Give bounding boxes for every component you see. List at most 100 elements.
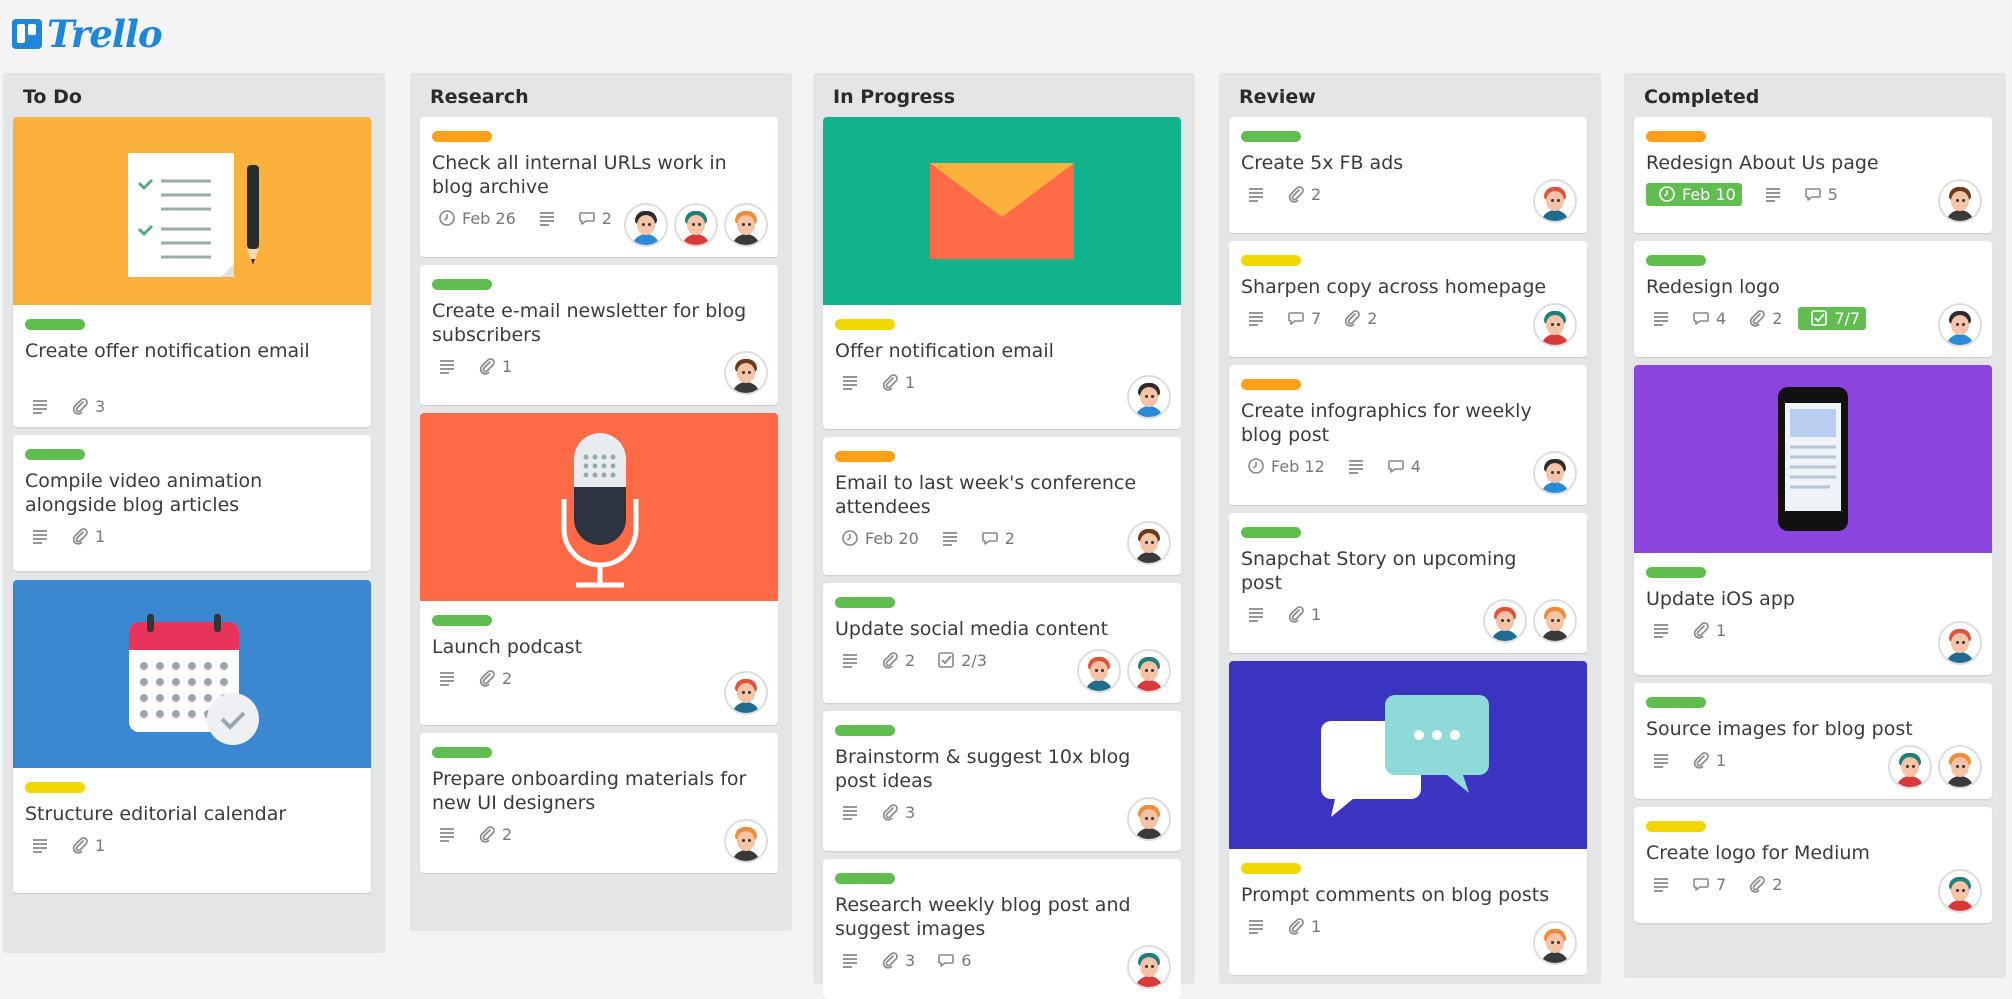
card-label-green[interactable] [1241, 527, 1301, 538]
card-cover [823, 117, 1181, 305]
attachment-badge: 2 [1281, 185, 1321, 204]
card-label-green[interactable] [1241, 131, 1301, 142]
card-badges: 4 2 7/7 [1646, 306, 1882, 330]
card[interactable]: Snapchat Story on upcoming post 1 [1229, 513, 1587, 653]
board: To Do Create offer notification email 3 Co… [0, 0, 2012, 999]
card[interactable]: Update iOS app 1 [1634, 365, 1992, 675]
avatar[interactable] [1127, 521, 1171, 565]
checklist-badge: 2/3 [931, 651, 987, 670]
list-in-progress: In Progress Offer notification email 1 Ema… [813, 73, 1195, 999]
avatar[interactable] [674, 203, 718, 247]
avatar[interactable] [724, 351, 768, 395]
avatar[interactable] [1938, 745, 1982, 789]
card-label-yellow[interactable] [25, 782, 85, 793]
avatar-eye [1551, 471, 1554, 474]
avatar-body [682, 234, 710, 245]
card-label-green[interactable] [432, 615, 492, 626]
attachment-icon [1748, 309, 1766, 327]
card-label-green[interactable] [1646, 567, 1706, 578]
card[interactable]: Create infographics for weekly blog post… [1229, 365, 1587, 505]
card-label-green[interactable] [835, 873, 895, 884]
avatar-eye [648, 223, 651, 226]
avatar[interactable] [1938, 179, 1982, 223]
card[interactable]: Email to last week's conference attendee… [823, 437, 1181, 575]
card-label-green[interactable] [1646, 697, 1706, 708]
card[interactable]: Redesign About Us page Feb 10 5 [1634, 117, 1992, 233]
avatar[interactable] [724, 203, 768, 247]
card-label-green[interactable] [1646, 255, 1706, 266]
avatar-eye [1557, 323, 1560, 326]
avatar[interactable] [1077, 649, 1121, 693]
card-label-green[interactable] [25, 449, 85, 460]
avatar[interactable] [1533, 303, 1577, 347]
comment-icon [1692, 309, 1710, 327]
description-icon [841, 951, 859, 969]
card[interactable]: Update social media content 2 2/3 [823, 583, 1181, 703]
list-title: Review [1239, 86, 1316, 108]
avatar[interactable] [624, 203, 668, 247]
card[interactable]: Sharpen copy across homepage 7 2 [1229, 241, 1587, 357]
badge-value: 3 [95, 396, 106, 416]
card-title: Brainstorm & suggest 10x blog post ideas [835, 746, 1131, 792]
card[interactable]: Structure editorial calendar 1 [13, 580, 371, 893]
avatar[interactable] [1938, 621, 1982, 665]
avatar[interactable] [1127, 945, 1171, 989]
card-label-orange[interactable] [432, 131, 492, 142]
avatar[interactable] [1533, 451, 1577, 495]
avatar-eye [1962, 323, 1965, 326]
card-label-orange[interactable] [835, 451, 895, 462]
description-icon [1347, 457, 1365, 475]
card[interactable]: Offer notification email 1 [823, 117, 1181, 429]
card[interactable]: Compile video animation alongside blog a… [13, 435, 371, 571]
card-label-green[interactable] [25, 319, 85, 330]
attachment-badge: 1 [1281, 605, 1321, 624]
avatar[interactable] [724, 819, 768, 863]
card[interactable]: Create offer notification email 3 [13, 117, 371, 427]
list-to-do: To Do Create offer notification email 3 Co… [3, 73, 385, 953]
card[interactable]: Research weekly blog post and suggest im… [823, 859, 1181, 999]
card-label-orange[interactable] [1241, 379, 1301, 390]
avatar[interactable] [1938, 869, 1982, 913]
attachment-icon [1287, 605, 1305, 623]
card[interactable]: Check all internal URLs work in blog arc… [420, 117, 778, 257]
card-badges: 1 [432, 355, 528, 377]
avatar[interactable] [1127, 375, 1171, 419]
card[interactable]: Redesign logo 4 2 7/7 [1634, 241, 1992, 357]
card[interactable]: Prepare onboarding materials for new UI … [420, 733, 778, 873]
description-badge [1241, 917, 1265, 935]
card[interactable]: Create e-mail newsletter for blog subscr… [420, 265, 778, 405]
avatar[interactable] [724, 671, 768, 715]
card-label-green[interactable] [835, 725, 895, 736]
card-members [1121, 375, 1171, 419]
avatar[interactable] [1938, 303, 1982, 347]
card[interactable]: Prompt comments on blog posts 1 [1229, 661, 1587, 975]
card-members [718, 351, 768, 395]
card-label-orange[interactable] [1646, 131, 1706, 142]
avatar-eye [1956, 641, 1959, 644]
card[interactable]: Source images for blog post 1 [1634, 683, 1992, 799]
description-icon [438, 669, 456, 687]
avatar[interactable] [1483, 599, 1527, 643]
avatar[interactable] [1533, 921, 1577, 965]
avatar[interactable] [1533, 599, 1577, 643]
avatar[interactable] [1127, 649, 1171, 693]
card-label-green[interactable] [432, 747, 492, 758]
card[interactable]: Create logo for Medium 7 2 [1634, 807, 1992, 923]
card-label-yellow[interactable] [1241, 863, 1301, 874]
card[interactable]: Launch podcast 2 [420, 413, 778, 725]
badge-value: 1 [95, 835, 106, 855]
avatar-eye [1551, 323, 1554, 326]
card-label-yellow[interactable] [1241, 255, 1301, 266]
avatar-eye [698, 223, 701, 226]
card[interactable]: Brainstorm & suggest 10x blog post ideas… [823, 711, 1181, 851]
list-title: Completed [1644, 86, 1760, 108]
card[interactable]: Create 5x FB ads 2 [1229, 117, 1587, 233]
card-label-yellow[interactable] [835, 319, 895, 330]
card-label-green[interactable] [835, 597, 895, 608]
card-label-green[interactable] [432, 279, 492, 290]
description-badge [835, 951, 859, 969]
avatar[interactable] [1533, 179, 1577, 223]
avatar[interactable] [1127, 797, 1171, 841]
avatar[interactable] [1888, 745, 1932, 789]
card-label-yellow[interactable] [1646, 821, 1706, 832]
